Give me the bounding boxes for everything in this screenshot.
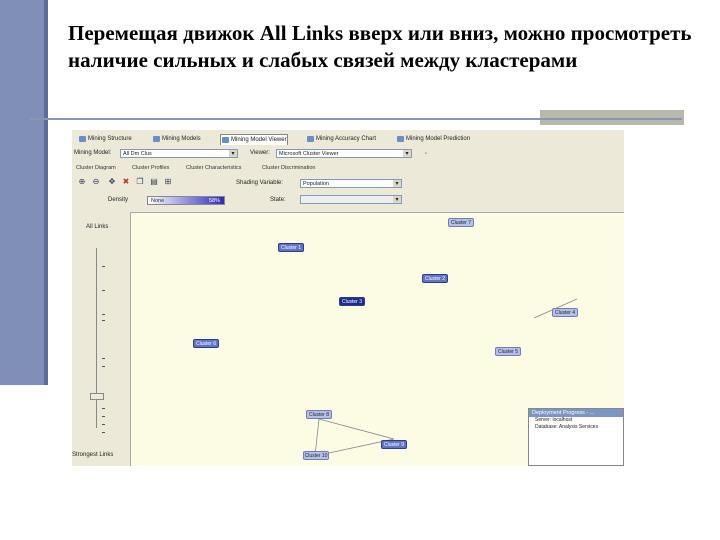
cluster-node[interactable]: Cluster 4 bbox=[552, 308, 578, 317]
slider-bottom-label: Strongest Links bbox=[72, 452, 114, 458]
slider-tick bbox=[102, 266, 105, 267]
tab-mining-model-prediction[interactable]: Mining Model Prediction bbox=[396, 134, 470, 144]
slide-accent-bar bbox=[0, 0, 48, 385]
tab-mining-model-viewer[interactable]: Mining Model Viewer bbox=[220, 134, 288, 145]
fit-icon[interactable]: ✖ bbox=[122, 178, 130, 186]
cluster-node[interactable]: Cluster 7 bbox=[448, 218, 474, 227]
mining-model-select[interactable]: All Dm Clus bbox=[120, 149, 238, 158]
subtab-cluster-discrimination[interactable]: Cluster Discrimination bbox=[262, 164, 316, 173]
viewer-label: Viewer: bbox=[250, 150, 270, 156]
deployment-line: Server: localhost bbox=[535, 417, 573, 423]
refresh-icon[interactable]: ▫ bbox=[422, 150, 430, 158]
cluster-node[interactable]: Cluster 2 bbox=[422, 274, 448, 283]
deployment-progress-title: Deployment Progress - ... bbox=[529, 409, 623, 417]
tab-mining-structure[interactable]: Mining Structure bbox=[78, 134, 132, 144]
cluster-node[interactable]: Cluster 5 bbox=[495, 347, 521, 356]
density-low-label: None bbox=[151, 198, 165, 204]
tab-mining-accuracy-chart[interactable]: Mining Accuracy Chart bbox=[306, 134, 376, 144]
density-legend: None 58% bbox=[147, 196, 225, 205]
subtab-cluster-characteristics[interactable]: Cluster Characteristics bbox=[186, 164, 241, 173]
pan-icon[interactable]: ✥ bbox=[108, 178, 116, 186]
mining-model-label: Mining Model: bbox=[74, 150, 112, 156]
cluster-link bbox=[318, 418, 395, 440]
cluster-node[interactable]: Cluster 10 bbox=[303, 451, 329, 460]
cluster-node[interactable]: Cluster 6 bbox=[193, 339, 219, 348]
designer-tab-bar: Mining Structure Mining Models Mining Mo… bbox=[72, 132, 624, 145]
mining-model-viewer-window: Mining Structure Mining Models Mining Mo… bbox=[72, 130, 624, 466]
deployment-progress-panel: Deployment Progress - ... Server: localh… bbox=[528, 408, 624, 466]
copy-icon[interactable]: ❐ bbox=[136, 178, 144, 186]
mining-model-value: All Dm Clus bbox=[123, 151, 152, 157]
cluster-node-label: Cluster 3 bbox=[341, 299, 362, 305]
cluster-node-label: Cluster 9 bbox=[383, 442, 404, 448]
layout-icon[interactable]: ⊞ bbox=[164, 178, 172, 186]
link-strength-slider-thumb[interactable] bbox=[90, 392, 104, 400]
slider-tick bbox=[102, 432, 105, 433]
zoom-in-icon[interactable]: ⊕ bbox=[78, 178, 86, 186]
slider-tick bbox=[102, 424, 105, 425]
viewer-options-row: Mining Model: All Dm Clus Viewer: Micros… bbox=[72, 148, 624, 160]
cluster-node-label: Cluster 5 bbox=[497, 349, 518, 355]
viewer-select[interactable]: Microsoft Cluster Viewer bbox=[276, 149, 412, 158]
cluster-node-label: Cluster 1 bbox=[280, 245, 301, 251]
zoom-out-icon[interactable]: ⊖ bbox=[92, 178, 100, 186]
slider-tick bbox=[102, 408, 105, 409]
cluster-node-label: Cluster 2 bbox=[424, 276, 445, 282]
state-label: State: bbox=[270, 197, 286, 203]
print-icon[interactable]: ▤ bbox=[150, 178, 158, 186]
cluster-node[interactable]: Cluster 9 bbox=[381, 440, 407, 449]
density-label: Density bbox=[108, 197, 129, 203]
viewer-subtab-bar: Cluster Diagram Cluster Profiles Cluster… bbox=[72, 164, 624, 174]
viewer-value: Microsoft Cluster Viewer bbox=[279, 151, 339, 157]
cluster-node[interactable]: Cluster 1 bbox=[278, 243, 304, 252]
link-strength-slider-panel: All Links Strongest Links bbox=[72, 218, 130, 466]
cluster-node-label: Cluster 6 bbox=[195, 341, 216, 347]
cluster-node-label: Cluster 8 bbox=[308, 412, 329, 418]
deployment-line: Database: Analysis Services bbox=[535, 424, 599, 430]
subtab-cluster-profiles[interactable]: Cluster Profiles bbox=[132, 164, 169, 173]
title-rule bbox=[30, 118, 682, 120]
slider-tick bbox=[102, 416, 105, 417]
cluster-node-label: Cluster 4 bbox=[554, 310, 575, 316]
slider-top-label: All Links bbox=[86, 224, 109, 230]
slider-tick bbox=[102, 314, 105, 315]
shading-variable-select[interactable]: Population bbox=[300, 179, 402, 188]
cluster-node-label: Cluster 10 bbox=[304, 453, 328, 459]
slider-tick bbox=[102, 366, 105, 367]
shading-variable-value: Population bbox=[303, 181, 329, 187]
slider-tick bbox=[102, 320, 105, 321]
cluster-node-label: Cluster 7 bbox=[450, 220, 471, 226]
state-select[interactable] bbox=[300, 195, 402, 204]
cluster-node[interactable]: Cluster 3 bbox=[339, 297, 365, 306]
slider-tick bbox=[102, 290, 105, 291]
tab-mining-models[interactable]: Mining Models bbox=[152, 134, 201, 144]
cluster-node[interactable]: Cluster 8 bbox=[306, 410, 332, 419]
density-high-label: 58% bbox=[208, 198, 220, 204]
shading-variable-label: Shading Variable: bbox=[236, 180, 283, 186]
slider-tick bbox=[102, 358, 105, 359]
link-strength-track[interactable] bbox=[96, 248, 97, 428]
slide-accent-shadow bbox=[44, 0, 48, 385]
slide-title: Перемещая движок All Links вверх или вни… bbox=[68, 21, 692, 72]
diagram-toolbar: ⊕ ⊖ ✥ ✖ ❐ ▤ ⊞ Shading Variable: Populati… bbox=[72, 176, 624, 188]
subtab-cluster-diagram[interactable]: Cluster Diagram bbox=[76, 164, 116, 173]
